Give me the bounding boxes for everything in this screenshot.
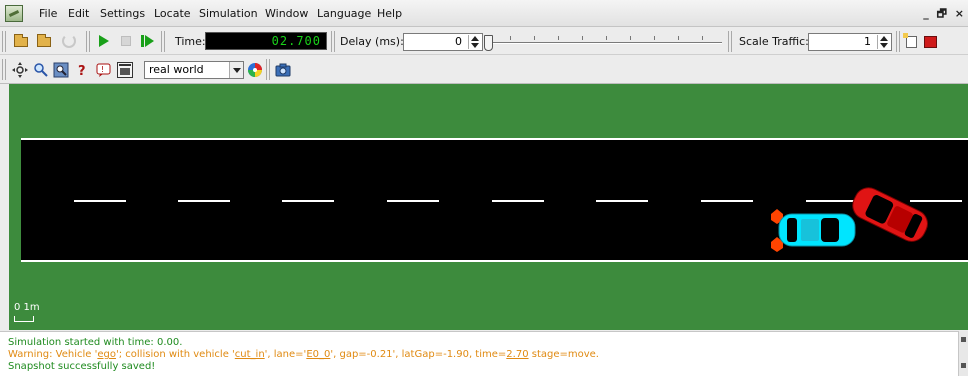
step-icon	[141, 35, 144, 47]
toolbar-separator	[161, 31, 165, 52]
delay-slider[interactable]	[491, 42, 722, 44]
menu-help[interactable]: Help	[377, 7, 402, 20]
step-button[interactable]	[138, 32, 156, 50]
road-edge-top	[21, 138, 968, 140]
time-display: 02.700	[205, 32, 327, 50]
scale-bar-label: 0 1m	[14, 302, 40, 313]
vehicle-link-cut-in[interactable]: cut_in	[235, 349, 265, 360]
toolbar-separator	[266, 59, 270, 80]
new-view-icon[interactable]	[903, 33, 917, 48]
folder-icon	[14, 34, 28, 47]
delay-spinbox[interactable]: 0	[403, 33, 483, 51]
log-line-warning: Warning: Vehicle 'ego'; collision with v…	[8, 349, 599, 360]
toolbar-separator	[331, 31, 335, 52]
editor-icon[interactable]	[924, 36, 937, 48]
run-button[interactable]	[95, 32, 113, 50]
toolbar-separator	[896, 31, 900, 52]
lane-marking	[74, 200, 126, 202]
folder-network-icon	[37, 34, 51, 47]
scale-traffic-spinbox[interactable]: 1	[808, 33, 892, 51]
spin-arrows-icon[interactable]	[877, 35, 889, 49]
open-simulation-button[interactable]	[12, 32, 30, 50]
play-icon	[99, 35, 109, 47]
time-label: Time:	[175, 35, 206, 48]
lane-marking	[701, 200, 753, 202]
road-edge-bottom	[21, 260, 968, 262]
recenter-view-icon[interactable]	[12, 62, 28, 78]
svg-text:?: ?	[78, 64, 86, 78]
open-network-button[interactable]	[35, 32, 53, 50]
window-controls[interactable]: _ 🗗 ×	[923, 5, 966, 24]
vehicle-ego[interactable]	[765, 206, 861, 254]
time-link[interactable]: 2.70	[506, 349, 528, 360]
delay-slider-handle[interactable]	[484, 35, 493, 51]
toolbar-separator	[86, 31, 90, 52]
reload-button[interactable]	[60, 32, 78, 50]
app-logo-icon	[5, 5, 23, 22]
zoom-icon[interactable]	[53, 62, 69, 78]
screenshot-menu-icon[interactable]	[117, 62, 133, 78]
question-icon[interactable]: ?	[75, 62, 91, 78]
camera-icon[interactable]	[275, 62, 291, 78]
svg-text:!: !	[101, 65, 104, 74]
menu-locate[interactable]: Locate	[154, 7, 191, 20]
menu-edit[interactable]: Edit	[68, 7, 89, 20]
menu-language[interactable]: Language	[317, 7, 371, 20]
toolbar-grip[interactable]	[2, 31, 6, 52]
lane-marking	[492, 200, 544, 202]
lane-marking	[596, 200, 648, 202]
toolbar-separator	[728, 31, 732, 52]
stop-icon	[121, 36, 131, 46]
locate-search-icon[interactable]	[33, 62, 49, 78]
toolbar-grip[interactable]	[2, 59, 6, 80]
color-scheme-select[interactable]: real world	[144, 61, 244, 79]
lane-link[interactable]: E0_0	[306, 349, 330, 360]
lane-marking	[282, 200, 334, 202]
delay-value: 0	[455, 35, 462, 48]
menu-window[interactable]: Window	[265, 7, 308, 20]
log-line-snapshot: Snapshot successfully saved!	[8, 361, 156, 372]
color-scheme-value: real world	[149, 63, 204, 76]
log-scrollbar[interactable]	[958, 331, 968, 376]
menu-settings[interactable]: Settings	[100, 7, 145, 20]
scale-traffic-value: 1	[864, 35, 871, 48]
lane-marking	[178, 200, 230, 202]
log-line-start: Simulation started with time: 0.00.	[8, 337, 183, 348]
vehicle-link-ego[interactable]: ego	[97, 349, 116, 360]
simulation-view[interactable]: 0 1m	[9, 84, 968, 330]
spin-arrows-icon[interactable]	[468, 35, 480, 49]
scale-traffic-label: Scale Traffic:	[739, 35, 809, 48]
menu-simulation[interactable]: Simulation	[199, 7, 258, 20]
reload-icon	[62, 34, 76, 48]
menu-bar: File Edit Settings Locate Simulation Win…	[0, 0, 968, 27]
tooltip-icon[interactable]: !	[96, 62, 112, 78]
stop-button[interactable]	[117, 32, 135, 50]
message-log[interactable]: Simulation started with time: 0.00. Warn…	[0, 331, 958, 376]
lane-marking	[387, 200, 439, 202]
color-wheel-icon[interactable]	[247, 62, 263, 78]
scale-bar	[14, 316, 34, 322]
chevron-down-icon[interactable]	[229, 62, 243, 78]
delay-label: Delay (ms):	[340, 35, 404, 48]
menu-file[interactable]: File	[39, 7, 57, 20]
